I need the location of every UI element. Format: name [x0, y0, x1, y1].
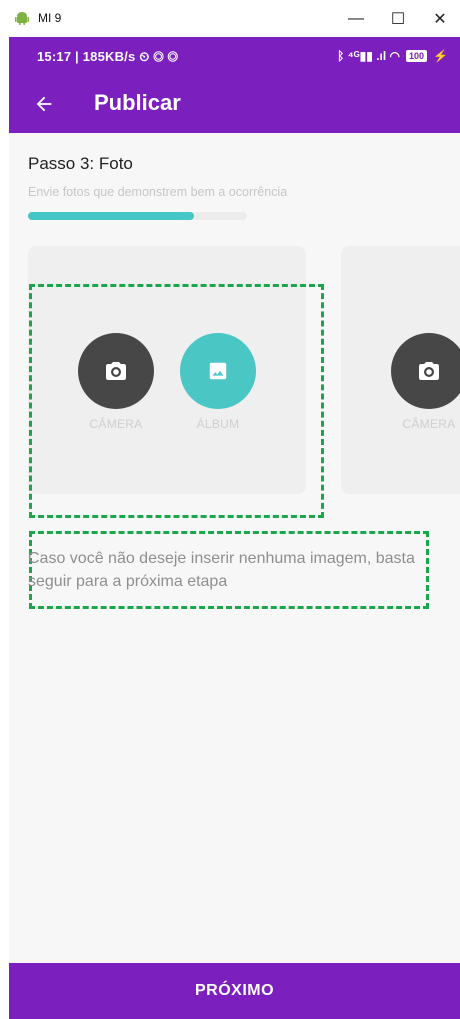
status-icons: ᛒ ⁴ᴳ▮▮ .ıl ◠ 100 ⚡ [337, 49, 448, 63]
camera-button[interactable]: CÂMERA [391, 333, 460, 431]
charging-icon: ⚡ [433, 49, 448, 63]
camera-button[interactable]: CÂMERA [78, 333, 154, 431]
next-button[interactable]: PRÓXIMO [9, 963, 460, 1019]
window-titlebar: MI 9 — ☐ ✕ [0, 0, 460, 37]
camera-circle [78, 333, 154, 409]
minimize-button[interactable]: — [336, 6, 376, 32]
camera-label: CÂMERA [89, 417, 143, 431]
step-subtitle: Envie fotos que demonstrem bem a ocorrên… [28, 185, 288, 199]
android-icon [15, 12, 29, 25]
signal-icons: ᛒ ⁴ᴳ▮▮ .ıl ◠ [337, 49, 401, 63]
app-bar: Publicar [9, 77, 460, 133]
status-bar: 15:17 | 185KB/s ⏲ ◎ ◎ ᛒ ⁴ᴳ▮▮ .ıl ◠ 100 ⚡ [9, 37, 460, 77]
status-time: 15:17 | 185KB/s ⏲ ◎ ◎ [37, 49, 179, 64]
camera-icon [106, 362, 126, 380]
progress-bar [28, 212, 247, 220]
device-screen: 15:17 | 185KB/s ⏲ ◎ ◎ ᛒ ⁴ᴳ▮▮ .ıl ◠ 100 ⚡… [9, 37, 460, 1019]
page-title: Publicar [94, 90, 181, 115]
album-button[interactable]: ÁLBUM [180, 333, 256, 431]
album-circle [180, 333, 256, 409]
camera-label: CÂMERA [402, 417, 456, 431]
battery-icon: 100 [406, 50, 428, 62]
arrow-left-icon [36, 96, 52, 112]
progress-fill [28, 212, 195, 220]
photo-card: CÂMERA [341, 246, 460, 494]
step-title: Passo 3: Foto [28, 154, 133, 173]
close-button[interactable]: ✕ [420, 6, 460, 32]
back-button[interactable] [27, 89, 61, 119]
window-title: MI 9 [38, 11, 62, 25]
album-label: ÁLBUM [196, 417, 240, 431]
hint-text: Caso você não deseje inserir nenhuma ima… [28, 550, 415, 590]
maximize-button[interactable]: ☐ [378, 6, 418, 32]
camera-circle [391, 333, 460, 409]
camera-icon [419, 362, 439, 380]
photo-card: CÂMERA ÁLBUM [28, 246, 306, 494]
image-icon [209, 362, 227, 380]
